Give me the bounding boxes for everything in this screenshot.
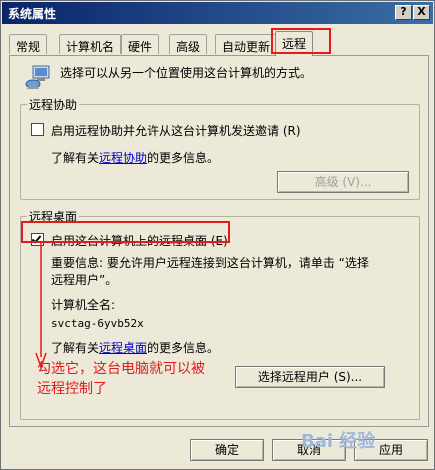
tab-strip: 常规 计算机名 硬件 高级 自动更新 远程 bbox=[9, 31, 429, 56]
remote-assistance-group: 远程协助 启用远程协助并允许从这台计算机发送邀请 (R) 了解有关远程协助的更多… bbox=[20, 96, 420, 200]
remote-assistance-checkbox-label[interactable]: 启用远程协助并允许从这台计算机发送邀请 (R) bbox=[51, 122, 301, 139]
remote-desktop-info-prefix: 了解有关 bbox=[51, 341, 100, 355]
remote-assistance-checkbox[interactable] bbox=[31, 123, 44, 136]
ok-button[interactable]: 确定 bbox=[190, 439, 264, 461]
remote-assistance-info-prefix: 了解有关 bbox=[51, 151, 100, 165]
remote-desktop-info: 了解有关远程桌面的更多信息。 bbox=[51, 339, 219, 356]
full-name-label: 计算机全名: bbox=[51, 298, 116, 312]
help-button[interactable]: ? bbox=[395, 5, 412, 20]
advanced-button[interactable]: 高级 (V)... bbox=[277, 171, 409, 193]
computer-network-icon bbox=[25, 65, 50, 89]
system-properties-window: 系统属性 ? X 常规 计算机名 硬件 高级 自动更新 远程 选择可以从另一个位… bbox=[0, 0, 435, 470]
important-info-line2: 远程用户”。 bbox=[51, 273, 118, 287]
annotation-line2: 远程控制了 bbox=[37, 381, 107, 397]
highlight-remote-desktop-checkbox bbox=[21, 221, 230, 243]
remote-assistance-info: 了解有关远程协助的更多信息。 bbox=[51, 149, 219, 166]
window-title: 系统属性 bbox=[8, 7, 57, 21]
remote-assistance-link[interactable]: 远程协助 bbox=[99, 151, 147, 165]
highlight-remote-tab bbox=[271, 28, 331, 54]
intro-text: 选择可以从另一个位置使用这台计算机的方式。 bbox=[60, 66, 313, 80]
remote-assistance-info-suffix: 的更多信息。 bbox=[147, 151, 220, 165]
tab-automatic-updates[interactable]: 自动更新 bbox=[215, 34, 278, 54]
remote-assistance-title: 远程协助 bbox=[27, 96, 80, 113]
annotation-text: 勾选它，这台电脑就可以被 远程控制了 bbox=[37, 359, 205, 399]
tab-hardware[interactable]: 硬件 bbox=[121, 34, 160, 54]
select-remote-users-button[interactable]: 选择远程用户 (S)... bbox=[235, 366, 385, 388]
remote-desktop-info-suffix: 的更多信息。 bbox=[147, 341, 220, 355]
tab-advanced[interactable]: 高级 bbox=[169, 34, 208, 54]
tab-general[interactable]: 常规 bbox=[9, 34, 48, 54]
remote-desktop-link[interactable]: 远程桌面 bbox=[99, 341, 147, 355]
important-info-line1: 重要信息: 要允许用户远程连接到这台计算机，请单击 “选择 bbox=[51, 256, 369, 270]
tab-computer-name[interactable]: 计算机名 bbox=[59, 34, 122, 54]
baidu-watermark: Bai 经验 bbox=[301, 431, 376, 452]
close-button[interactable]: X bbox=[413, 5, 430, 20]
title-bar[interactable]: 系统属性 ? X bbox=[2, 2, 433, 24]
full-name-value: svctag-6yvb52x bbox=[51, 317, 144, 330]
annotation-line1: 勾选它，这台电脑就可以被 bbox=[37, 361, 205, 377]
annotation-arrow-icon bbox=[35, 243, 47, 369]
